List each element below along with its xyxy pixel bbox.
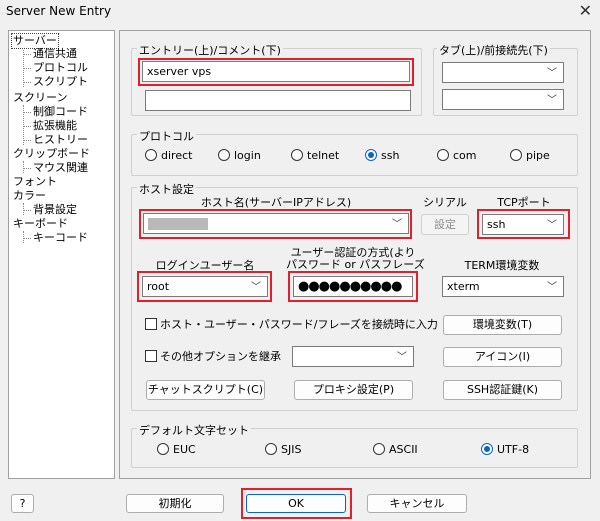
proxy-settings-button[interactable]: プロキシ設定(P) [294,380,413,400]
term-env-label: TERM環境変数 [464,259,540,272]
checkbox-icon [145,350,157,362]
host-legend: ホスト設定 [137,181,196,197]
ssh-key-button[interactable]: SSH認証鍵(K) [443,380,562,400]
charset-label: EUC [173,443,196,456]
inherit-options-label: その他オプションを継承 [160,350,281,363]
radio-icon [218,149,230,161]
radio-icon [373,443,385,455]
close-icon[interactable]: ✕ [579,1,592,20]
tree-guide [23,105,24,145]
prompt-on-connect-checkbox[interactable]: ホスト・ユーザー・パスワード/フレーズを接続時に入力 [145,318,438,332]
tree-guide [23,203,24,215]
protocol-radio-login[interactable]: login [218,149,261,163]
help-button[interactable]: ? [11,494,34,513]
radio-icon [291,149,303,161]
radio-icon [437,149,449,161]
protocol-legend: プロトコル [137,128,196,144]
env-variables-button[interactable]: 環境変数(T) [443,315,562,335]
radio-icon [157,443,169,455]
charset-label: ASCII [389,443,418,456]
chevron-down-icon: ﹀ [547,282,557,293]
tree-item-mouse[interactable]: マウス関連 [33,161,88,175]
protocol-label: login [234,149,261,162]
inherit-options-combobox[interactable]: ﹀ [292,346,414,367]
protocol-label: ssh [381,149,400,162]
checkbox-icon [145,318,157,330]
tree-item-history[interactable]: ヒストリー [33,133,88,147]
tree-item-comm[interactable]: 通信共通 [33,47,77,61]
tab-legend: タブ(上)/前接続先(下) [437,42,550,58]
tree-item-screen[interactable]: スクリーン [13,91,67,105]
protocol-radio-direct[interactable]: direct [145,149,192,163]
auth-method-sublabel: パスワード or パスフレーズ [286,258,425,271]
term-env-combobox[interactable]: xterm ﹀ [442,276,564,297]
highlight-box [139,209,412,239]
reset-button[interactable]: 初期化 [126,494,224,513]
tree-item-extension[interactable]: 拡張機能 [33,119,77,133]
serial-label: シリアル [423,196,467,209]
highlight-box [138,58,414,86]
protocol-label: direct [161,149,193,162]
charset-legend: デフォルト文字セット [137,422,251,438]
entry-legend: エントリー(上)/コメント(下) [137,42,283,58]
protocol-radio-telnet[interactable]: telnet [291,149,339,163]
serial-settings-button[interactable]: 設定 [421,214,469,235]
tree-item-control-code[interactable]: 制御コード [33,105,88,119]
chevron-down-icon: ﹀ [397,352,407,363]
cancel-button[interactable]: キャンセル [367,494,467,513]
term-env-value: xterm [447,280,480,293]
protocol-label: telnet [307,149,340,162]
protocol-radio-ssh[interactable]: ssh [365,149,399,163]
protocol-radio-com[interactable]: com [437,149,477,163]
tab-select[interactable]: ﹀ [442,62,564,83]
tree-item-script[interactable]: スクリプト [33,75,88,89]
tree-guide [23,47,24,87]
tree-item-font[interactable]: フォント [13,175,57,189]
hostname-label: ホスト名(サーバーIPアドレス) [200,196,352,209]
radio-icon [265,443,277,455]
highlight-box [137,271,272,302]
prompt-on-connect-label: ホスト・ユーザー・パスワード/フレーズを接続時に入力 [160,318,438,331]
charset-radio-sjis[interactable]: SJIS [265,443,301,457]
radio-selected-icon [481,443,493,455]
chevron-down-icon: ﹀ [547,95,557,106]
tree-guide [23,161,24,173]
prev-connection-select[interactable]: ﹀ [442,89,564,110]
charset-label: UTF-8 [497,443,530,456]
highlight-box [477,209,570,239]
comment-input[interactable] [145,90,411,111]
protocol-label: com [453,149,477,162]
tree-item-background[interactable]: 背景設定 [33,203,77,217]
chevron-down-icon: ﹀ [547,68,557,79]
protocol-radio-pipe[interactable]: pipe [510,149,550,163]
settings-tree: サーバー 通信共通 プロトコル スクリプト スクリーン 制御コード 拡張機能 ヒ… [8,30,115,479]
title-bar: Server New Entry ✕ [0,0,600,24]
highlight-box [241,488,352,519]
charset-radio-ascii[interactable]: ASCII [373,443,418,457]
icon-button[interactable]: アイコン(I) [443,347,562,367]
radio-icon [510,149,522,161]
protocol-label: pipe [526,149,550,162]
radio-selected-icon [365,149,377,161]
charset-radio-utf8[interactable]: UTF-8 [481,443,529,457]
radio-icon [145,149,157,161]
chat-script-button[interactable]: チャットスクリプト(C) [146,380,265,400]
tree-guide [23,231,24,243]
tree-item-color[interactable]: カラー [13,189,46,203]
highlight-box [288,271,418,302]
inherit-options-checkbox[interactable]: その他オプションを継承 [145,350,281,364]
tree-item-keyboard[interactable]: キーボード [13,217,68,231]
tree-item-protocol[interactable]: プロトコル [33,61,88,75]
charset-label: SJIS [281,443,302,456]
window-title: Server New Entry [6,4,112,18]
charset-radio-euc[interactable]: EUC [157,443,196,457]
tree-item-clipboard[interactable]: クリップボード [13,147,90,161]
tree-item-keycode[interactable]: キーコード [33,231,88,245]
tcp-port-label: TCPポート [497,196,551,209]
